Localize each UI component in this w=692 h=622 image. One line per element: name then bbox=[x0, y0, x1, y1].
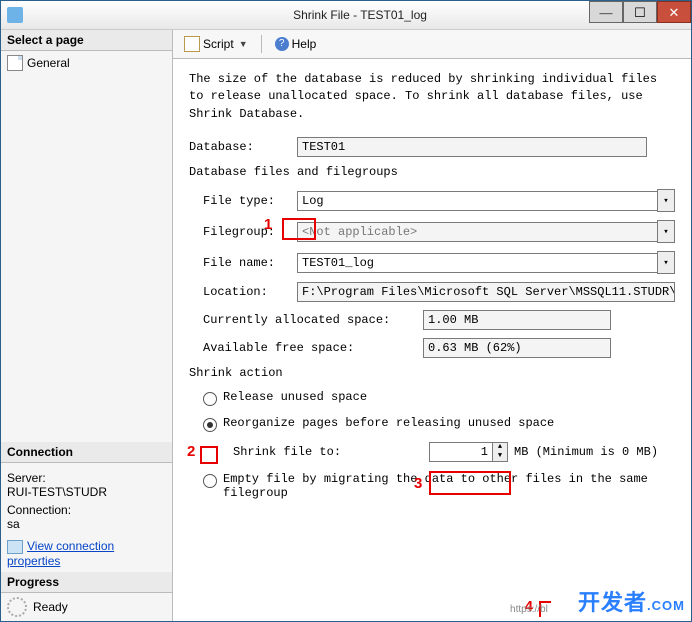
radio-empty-file[interactable] bbox=[203, 474, 217, 488]
connection-header: Connection bbox=[1, 442, 172, 463]
file-type-value: Log bbox=[297, 191, 657, 211]
database-field: TEST01 bbox=[297, 137, 647, 157]
progress-header: Progress bbox=[1, 572, 172, 593]
shrink-size-input[interactable] bbox=[429, 442, 493, 462]
connection-value: sa bbox=[7, 517, 166, 531]
watermark: https://bl 开发者.COM bbox=[578, 585, 685, 617]
app-icon bbox=[7, 7, 23, 23]
database-label: Database: bbox=[189, 140, 297, 154]
script-button[interactable]: Script ▼ bbox=[179, 33, 253, 55]
file-type-label: File type: bbox=[203, 194, 297, 208]
window-body: Select a page General Connection Server:… bbox=[1, 30, 691, 621]
available-space-label: Available free space: bbox=[203, 341, 423, 355]
toolbar: Script ▼ ? Help bbox=[173, 30, 691, 59]
shrink-action-label: Shrink action bbox=[189, 366, 675, 380]
maximize-button[interactable]: ☐ bbox=[623, 1, 657, 23]
option-release-unused[interactable]: Release unused space bbox=[203, 390, 675, 406]
select-page-header: Select a page bbox=[1, 30, 172, 51]
chevron-down-icon[interactable]: ▾ bbox=[657, 251, 675, 274]
available-space-value: 0.63 MB (62%) bbox=[423, 338, 611, 358]
spin-down-button[interactable]: ▼ bbox=[493, 452, 507, 461]
toolbar-separator bbox=[261, 35, 262, 53]
file-type-combo[interactable]: Log ▾ bbox=[297, 189, 675, 212]
option-reorganize-pages[interactable]: Reorganize pages before releasing unused… bbox=[203, 416, 675, 432]
content-area: The size of the database is reduced by s… bbox=[173, 59, 691, 621]
progress-status: Ready bbox=[33, 600, 68, 614]
window: Shrink File - TEST01_log — ☐ ✕ Select a … bbox=[0, 0, 692, 622]
view-connection-properties-link[interactable]: View connection properties bbox=[7, 539, 114, 568]
filegroup-value: <Not applicable> bbox=[297, 222, 657, 242]
close-button[interactable]: ✕ bbox=[657, 1, 691, 23]
filegroup-combo[interactable]: <Not applicable> ▾ bbox=[297, 220, 675, 243]
files-group-label: Database files and filegroups bbox=[189, 165, 675, 179]
properties-icon bbox=[7, 540, 23, 554]
shrink-size-suffix: MB (Minimum is 0 MB) bbox=[514, 445, 658, 459]
radio-reorganize-pages[interactable] bbox=[203, 418, 217, 432]
script-icon bbox=[184, 36, 200, 52]
chevron-down-icon[interactable]: ▾ bbox=[657, 220, 675, 243]
server-value: RUI-TEST\STUDR bbox=[7, 485, 166, 499]
main-panel: Script ▼ ? Help The size of the database… bbox=[173, 30, 691, 621]
page-general-label: General bbox=[27, 56, 70, 70]
allocated-space-label: Currently allocated space: bbox=[203, 313, 423, 327]
titlebar[interactable]: Shrink File - TEST01_log — ☐ ✕ bbox=[1, 1, 691, 30]
help-button[interactable]: ? Help bbox=[270, 34, 322, 54]
server-label: Server: bbox=[7, 471, 166, 485]
description-text: The size of the database is reduced by s… bbox=[189, 71, 675, 123]
shrink-file-to-label: Shrink file to: bbox=[233, 445, 383, 459]
radio-release-unused[interactable] bbox=[203, 392, 217, 406]
connection-label: Connection: bbox=[7, 503, 166, 517]
highlight-4 bbox=[539, 601, 551, 617]
help-icon: ? bbox=[275, 37, 289, 51]
location-field: F:\Program Files\Microsoft SQL Server\MS… bbox=[297, 282, 675, 302]
page-icon bbox=[7, 55, 23, 71]
file-name-value: TEST01_log bbox=[297, 253, 657, 273]
chevron-down-icon: ▼ bbox=[239, 39, 248, 49]
page-general[interactable]: General bbox=[7, 55, 166, 71]
file-name-label: File name: bbox=[203, 256, 297, 270]
annotation-4: 4 bbox=[525, 598, 533, 615]
window-buttons: — ☐ ✕ bbox=[589, 1, 691, 23]
option-empty-file[interactable]: Empty file by migrating the data to othe… bbox=[203, 472, 675, 500]
shrink-size-spinner[interactable]: ▲ ▼ bbox=[429, 442, 508, 462]
file-name-combo[interactable]: TEST01_log ▾ bbox=[297, 251, 675, 274]
allocated-space-value: 1.00 MB bbox=[423, 310, 611, 330]
minimize-button[interactable]: — bbox=[589, 1, 623, 23]
chevron-down-icon[interactable]: ▾ bbox=[657, 189, 675, 212]
location-label: Location: bbox=[203, 285, 297, 299]
sidebar: Select a page General Connection Server:… bbox=[1, 30, 173, 621]
filegroup-label: Filegroup: bbox=[203, 225, 297, 239]
progress-spinner-icon bbox=[7, 597, 27, 617]
spin-up-button[interactable]: ▲ bbox=[493, 443, 507, 452]
